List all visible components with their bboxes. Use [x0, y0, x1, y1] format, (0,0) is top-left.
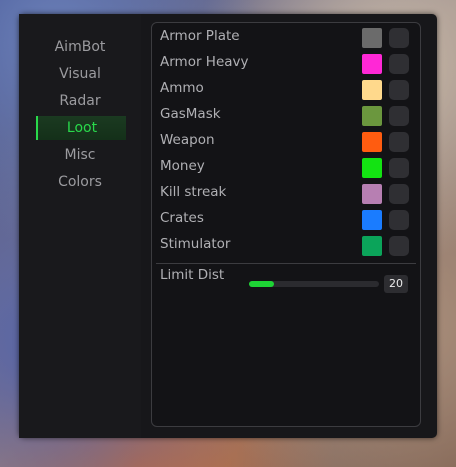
nav-aimbot[interactable]: AimBot	[36, 35, 124, 59]
loot-label: Money	[160, 158, 205, 174]
toggle-checkbox[interactable]	[389, 132, 409, 152]
loot-row-stimulator: Stimulator	[152, 233, 420, 259]
color-swatch[interactable]	[362, 106, 382, 126]
loot-panel: Armor Plate Armor Heavy Ammo GasMask Wea…	[151, 22, 421, 427]
toggle-checkbox[interactable]	[389, 54, 409, 74]
loot-row-ammo: Ammo	[152, 77, 420, 103]
loot-label: Weapon	[160, 132, 215, 148]
nav-visual[interactable]: Visual	[36, 62, 124, 86]
color-swatch[interactable]	[362, 210, 382, 230]
loot-label: Stimulator	[160, 236, 231, 252]
loot-label: Crates	[160, 210, 204, 226]
loot-label: Armor Plate	[160, 28, 240, 44]
toggle-checkbox[interactable]	[389, 158, 409, 178]
loot-label: Ammo	[160, 80, 204, 96]
divider	[156, 263, 416, 264]
nav-radar[interactable]: Radar	[36, 89, 124, 113]
loot-row-armor-heavy: Armor Heavy	[152, 51, 420, 77]
color-swatch[interactable]	[362, 80, 382, 100]
loot-label: Armor Heavy	[160, 54, 249, 70]
menu-window: AimBot Visual Radar Loot Misc Colors Arm…	[19, 14, 437, 438]
loot-row-kill-streak: Kill streak	[152, 181, 420, 207]
color-swatch[interactable]	[362, 54, 382, 74]
color-swatch[interactable]	[362, 132, 382, 152]
nav-misc[interactable]: Misc	[36, 143, 124, 167]
limit-dist-value[interactable]: 20	[384, 275, 408, 293]
limit-dist-slider[interactable]	[249, 281, 379, 287]
nav-colors[interactable]: Colors	[36, 170, 124, 194]
loot-row-weapon: Weapon	[152, 129, 420, 155]
color-swatch[interactable]	[362, 236, 382, 256]
toggle-checkbox[interactable]	[389, 210, 409, 230]
toggle-checkbox[interactable]	[389, 106, 409, 126]
sidebar: AimBot Visual Radar Loot Misc Colors	[19, 14, 141, 438]
toggle-checkbox[interactable]	[389, 184, 409, 204]
toggle-checkbox[interactable]	[389, 236, 409, 256]
color-swatch[interactable]	[362, 28, 382, 48]
limit-dist-slider-fill	[249, 281, 274, 287]
loot-row-money: Money	[152, 155, 420, 181]
toggle-checkbox[interactable]	[389, 28, 409, 48]
loot-row-gasmask: GasMask	[152, 103, 420, 129]
loot-label: GasMask	[160, 106, 221, 122]
color-swatch[interactable]	[362, 158, 382, 178]
loot-label: Kill streak	[160, 184, 227, 200]
color-swatch[interactable]	[362, 184, 382, 204]
nav-loot[interactable]: Loot	[36, 116, 126, 140]
toggle-checkbox[interactable]	[389, 80, 409, 100]
loot-row-crates: Crates	[152, 207, 420, 233]
loot-row-armor-plate: Armor Plate	[152, 25, 420, 51]
limit-dist-label: Limit Dist	[160, 267, 225, 283]
